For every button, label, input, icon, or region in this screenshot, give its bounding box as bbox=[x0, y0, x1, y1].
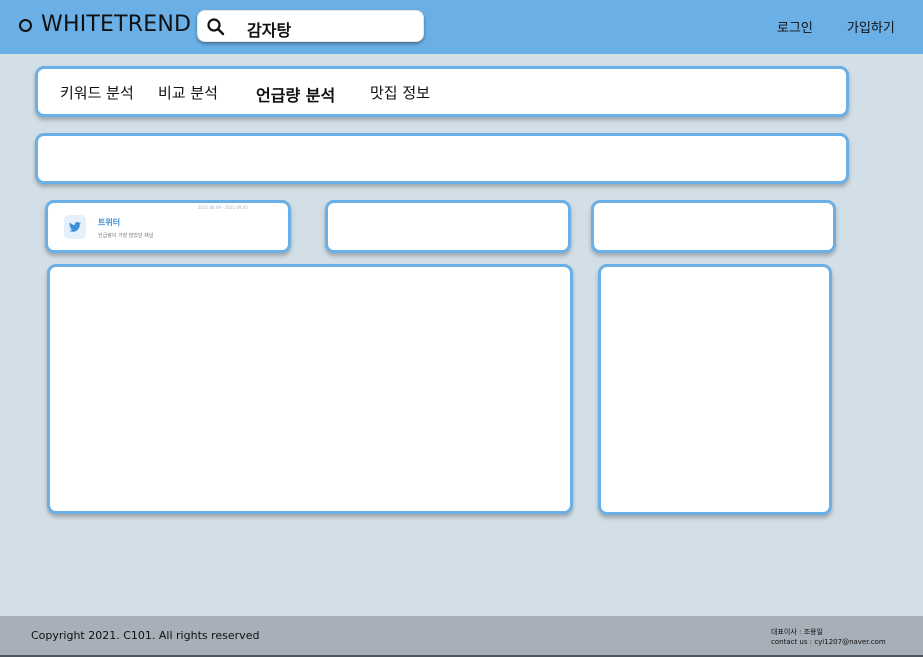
footer-contact-info: 대표이사 : 조용일 contact us : cyi1207@naver.co… bbox=[771, 627, 886, 647]
search-icon[interactable] bbox=[206, 17, 226, 37]
channel-name: 트위터 bbox=[98, 218, 121, 227]
tab-keyword-analysis[interactable]: 키워드 분석 bbox=[60, 82, 134, 103]
search-value: 감자탕 bbox=[247, 21, 292, 40]
channel-description: 언급량이 가장 많았던 채널 bbox=[98, 233, 154, 239]
contact-text: contact us : cyi1207@naver.com bbox=[771, 638, 886, 646]
tab-mention-analysis[interactable]: 언급량 분석 bbox=[256, 82, 335, 106]
copyright-text: Copyright 2021. C101. All rights reserve… bbox=[31, 629, 260, 642]
search-input[interactable]: 감자탕 bbox=[197, 10, 424, 42]
top-channel-card: 2021.08.09 - 2021.09.05 트위터 언급량이 가장 많았던 … bbox=[45, 200, 291, 253]
top-header: WHITETREND 감자탕 로그인 가입하기 bbox=[0, 0, 923, 54]
ceo-text: 대표이사 : 조용일 bbox=[771, 628, 823, 636]
tab-comparison-analysis[interactable]: 비교 분석 bbox=[158, 82, 218, 103]
brand-logo[interactable]: WHITETREND bbox=[41, 12, 191, 37]
twitter-icon bbox=[64, 215, 86, 239]
stat-card-3 bbox=[591, 200, 836, 253]
logo-circle-icon bbox=[19, 19, 32, 32]
mention-chart-panel bbox=[47, 264, 573, 514]
signup-link[interactable]: 가입하기 bbox=[847, 17, 895, 36]
summary-panel bbox=[35, 133, 849, 184]
stat-card-2 bbox=[325, 200, 571, 253]
date-range: 2021.08.09 - 2021.09.05 bbox=[198, 205, 248, 210]
side-panel bbox=[598, 264, 832, 515]
tab-restaurant-info[interactable]: 맛집 정보 bbox=[370, 82, 430, 103]
footer: Copyright 2021. C101. All rights reserve… bbox=[0, 616, 923, 657]
login-link[interactable]: 로그인 bbox=[777, 17, 813, 36]
analysis-tabs: 키워드 분석 비교 분석 언급량 분석 맛집 정보 bbox=[35, 66, 849, 117]
